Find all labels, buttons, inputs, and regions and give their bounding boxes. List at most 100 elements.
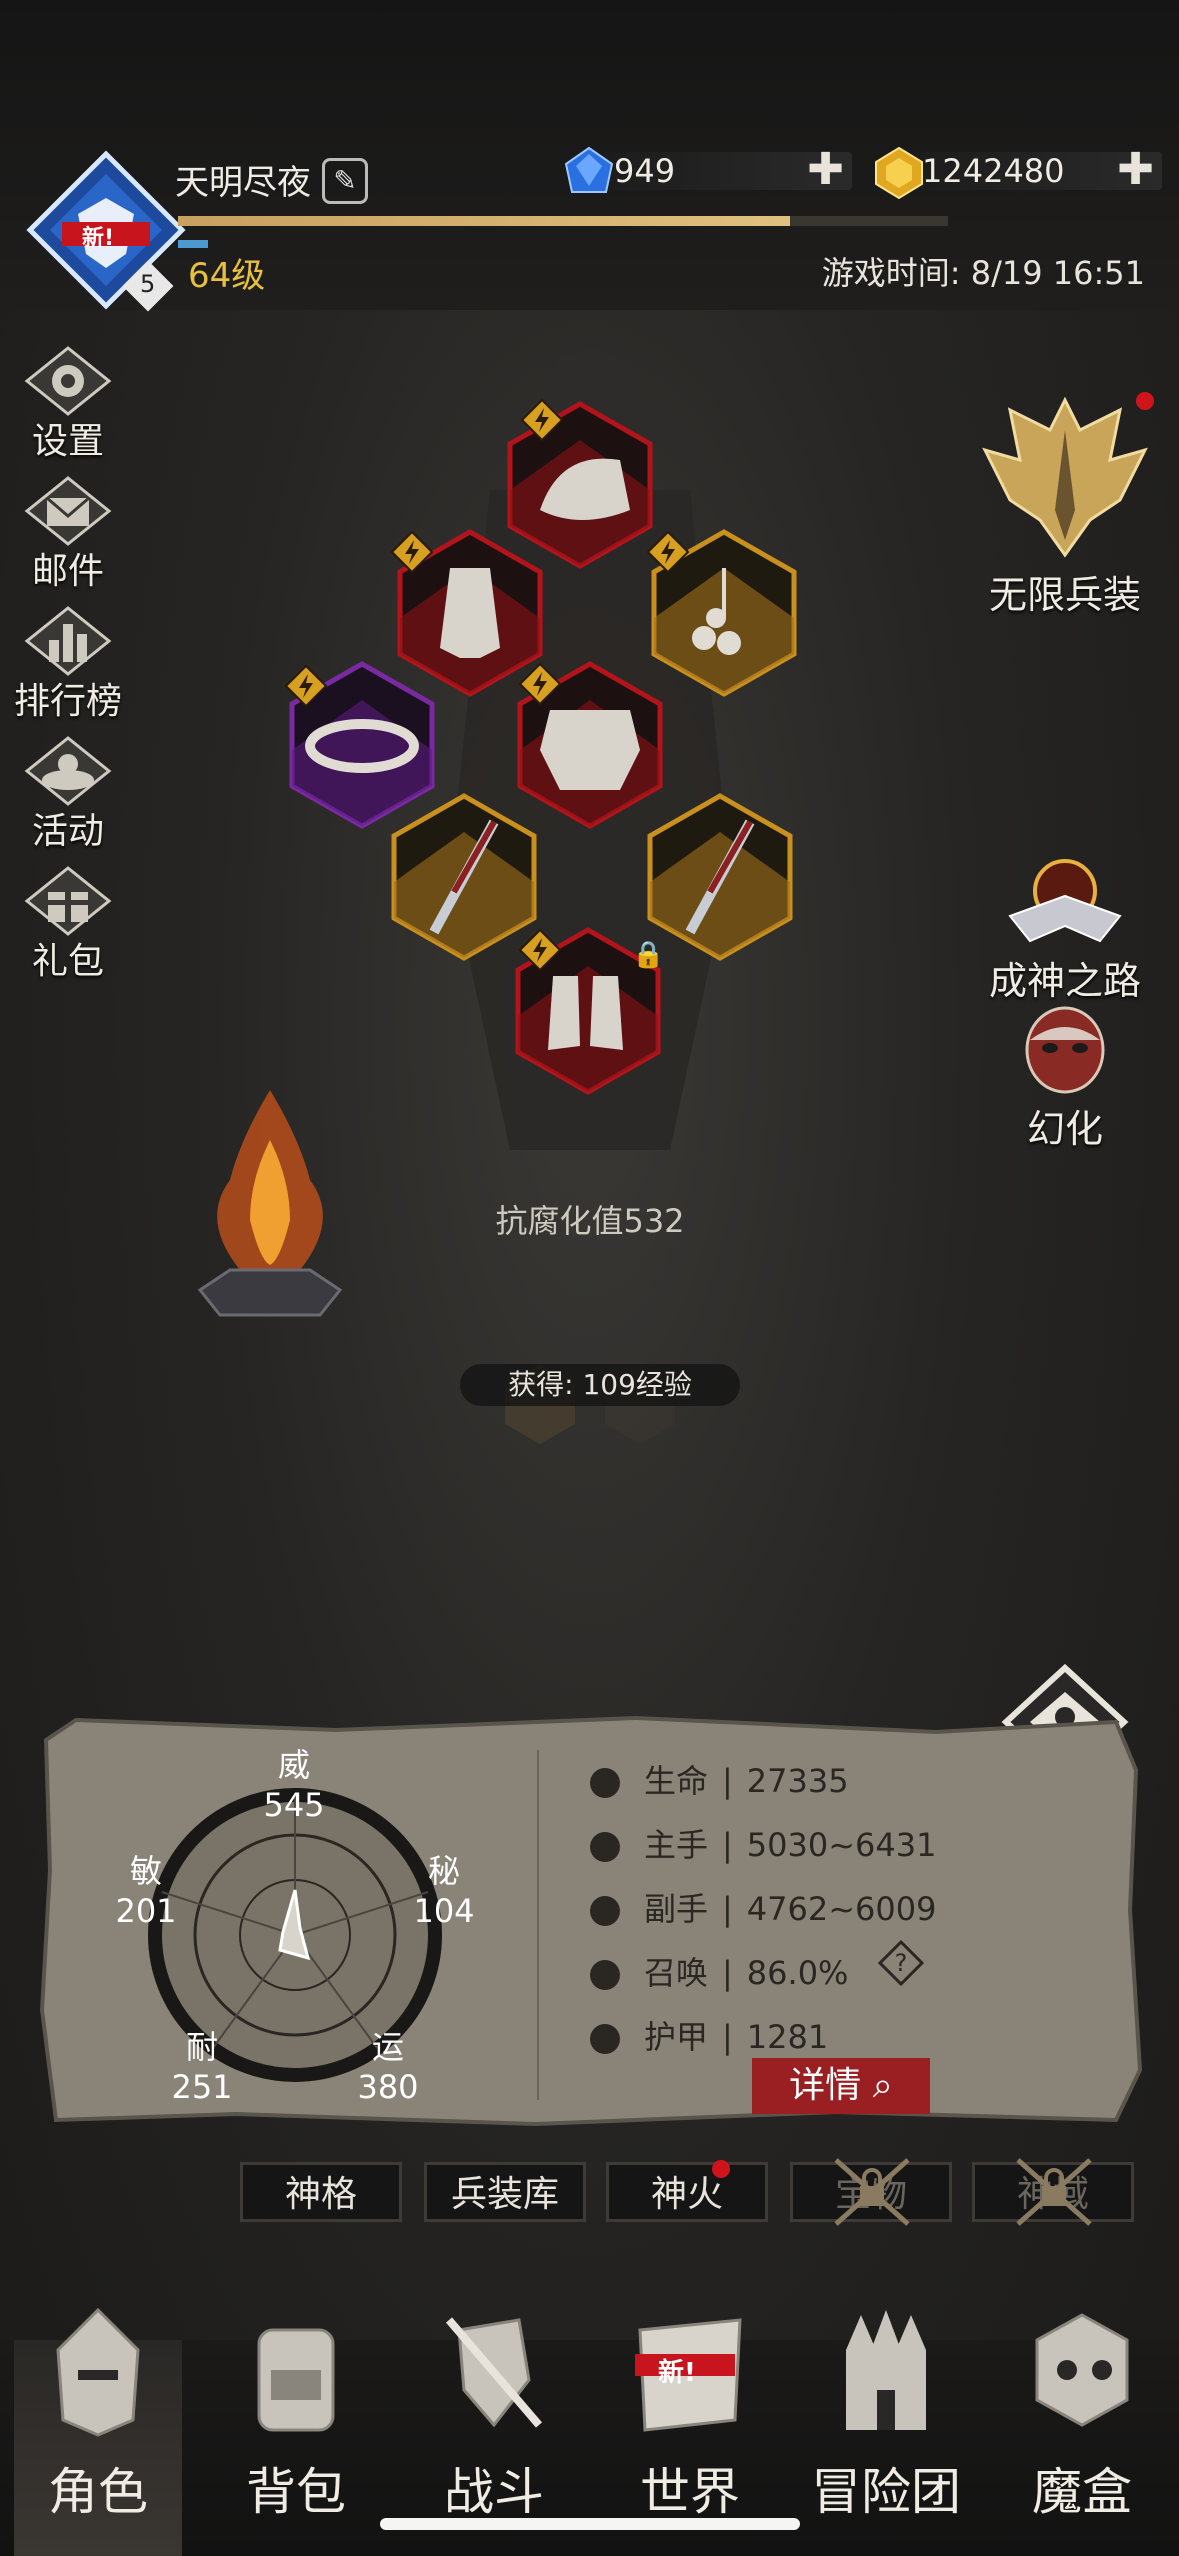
divine-fire-notification-dot <box>712 2160 730 2178</box>
stat-off-hand: 副手 | 4762~6009 <box>590 1884 936 1930</box>
upgrade-bolt-icon <box>518 928 562 972</box>
mail-button[interactable]: 邮件 <box>8 476 128 594</box>
corruption-resist-value: 抗腐化值532 <box>495 1202 685 1240</box>
events-label: 活动 <box>31 811 104 852</box>
summon-icon <box>590 1960 620 1990</box>
upgrade-bolt-icon <box>390 530 434 574</box>
lock-chains-icon <box>1016 2158 1092 2226</box>
attr-nai: 耐 251 <box>152 2022 252 2106</box>
upgrade-bolt-icon <box>284 664 328 708</box>
nav-backpack-label: 背包 <box>246 2463 346 2521</box>
boots-lock-icon: 🔒 <box>632 940 665 970</box>
xp-bar-fill <box>178 216 790 226</box>
stat-armor-value: 1281 <box>746 2018 829 2056</box>
tab-divine-fire[interactable]: 神火 <box>606 2162 768 2222</box>
stat-armor: 护甲 | 1281 <box>590 2012 828 2058</box>
stat-off-hand-value: 4762~6009 <box>746 1890 937 1928</box>
player-level: 64级 <box>188 256 266 296</box>
summon-help-icon[interactable]: ? <box>878 1940 924 1986</box>
tab-armory[interactable]: 兵装库 <box>424 2162 586 2222</box>
nav-backpack[interactable]: 背包 <box>206 2300 386 2524</box>
mail-label: 邮件 <box>31 551 104 592</box>
ranking-label: 排行榜 <box>13 681 122 722</box>
attr-min-label: 敏 <box>129 1852 162 1890</box>
tab-divinity-label: 神格 <box>284 2174 357 2215</box>
infinite-gear-label: 无限兵装 <box>988 573 1141 617</box>
player-avatar[interactable]: 新! 5 <box>26 150 186 312</box>
stat-summon-value: 86.0% <box>746 1954 849 1992</box>
gold-icon <box>875 146 923 200</box>
game-time: 游戏时间: 8/19 16:51 <box>821 254 1145 292</box>
transform-button[interactable]: 幻化 <box>990 1004 1140 1153</box>
player-name: 天明尽夜 <box>175 163 311 203</box>
path-to-god-label: 成神之路 <box>988 959 1141 1003</box>
nav-magic-box[interactable]: 魔盒 <box>992 2300 1172 2524</box>
nav-adventure-team[interactable]: 冒险团 <box>796 2300 976 2524</box>
home-indicator[interactable] <box>380 2518 800 2530</box>
castle-icon <box>846 2310 926 2430</box>
exp-gain-toast: 获得: 109经验 <box>460 1364 740 1406</box>
diamond-currency: 949 ✚ <box>562 146 852 196</box>
upgrade-bolt-icon <box>518 662 562 706</box>
gift-pack-label: 礼包 <box>31 941 104 982</box>
stat-off-hand-label: 副手 <box>644 1890 709 1928</box>
edit-name-button[interactable]: ✎ <box>322 158 368 204</box>
stat-armor-label: 护甲 <box>644 2018 709 2056</box>
stat-summon-label: 召唤 <box>644 1954 709 1992</box>
add-diamond-button[interactable]: ✚ <box>807 148 844 192</box>
nav-battle[interactable]: 战斗 <box>404 2300 584 2524</box>
attr-min: 敏 201 <box>96 1846 196 1930</box>
winged-crest-icon <box>982 396 1148 558</box>
stat-hp-value: 27335 <box>746 1762 849 1800</box>
backpack-icon <box>257 2328 335 2432</box>
details-label: 详情 <box>789 2065 862 2106</box>
attr-wei: 威 545 <box>244 1740 344 1824</box>
infinite-gear-button[interactable]: 无限兵装 <box>970 390 1160 619</box>
attr-yun-value: 380 <box>357 2068 419 2106</box>
attr-yun: 运 380 <box>338 2022 438 2106</box>
tab-armory-label: 兵装库 <box>450 2174 559 2215</box>
gift-pack-button[interactable]: 礼包 <box>8 866 128 984</box>
stat-separator: | <box>722 1762 733 1800</box>
gold-currency: 1242480 ✚ <box>872 146 1162 200</box>
gift-icon <box>24 866 112 936</box>
add-gold-button[interactable]: ✚ <box>1117 148 1154 192</box>
infinite-gear-notification-dot <box>1136 392 1154 410</box>
stat-separator: | <box>722 2018 733 2056</box>
ranking-button[interactable]: 排行榜 <box>8 606 128 724</box>
attr-wei-value: 545 <box>263 1786 325 1824</box>
gear-icon <box>24 346 112 416</box>
gold-amount: 1242480 <box>922 152 1065 190</box>
attr-nai-label: 耐 <box>185 2028 218 2066</box>
events-icon <box>24 736 112 806</box>
avatar-rank: 5 <box>140 270 156 298</box>
sword-shield-icon <box>445 2317 543 2428</box>
diamond-icon <box>564 146 614 193</box>
stat-main-hand: 主手 | 5030~6431 <box>590 1820 936 1866</box>
cube-icon <box>1035 2313 1129 2427</box>
tab-divine-fire-label: 神火 <box>650 2174 723 2215</box>
svg-text:?: ? <box>895 1949 908 1977</box>
secondary-progress <box>178 240 208 248</box>
stat-hp-label: 生命 <box>644 1762 709 1800</box>
magnifier-icon: ⌕ <box>872 2065 893 2106</box>
ranking-icon <box>24 606 112 676</box>
stat-main-hand-label: 主手 <box>644 1826 709 1864</box>
attr-mi: 秘 104 <box>394 1846 494 1930</box>
details-button[interactable]: 详情 ⌕ <box>752 2058 930 2114</box>
upgrade-bolt-icon <box>520 398 564 442</box>
heart-icon <box>590 1768 620 1798</box>
crown-wings-icon <box>1008 859 1122 943</box>
nav-world[interactable]: 新! 世界 <box>600 2300 780 2524</box>
path-to-god-button[interactable]: 成神之路 <box>970 846 1160 1005</box>
nav-character[interactable]: 角色 <box>8 2300 188 2524</box>
events-button[interactable]: 活动 <box>8 736 128 854</box>
stat-separator: | <box>722 1954 733 1992</box>
tab-divinity[interactable]: 神格 <box>240 2162 402 2222</box>
world-new-badge: 新! <box>658 2358 696 2388</box>
sword-icon <box>590 1832 620 1862</box>
transform-label: 幻化 <box>1026 1107 1103 1151</box>
settings-button[interactable]: 设置 <box>8 346 128 464</box>
attr-min-value: 201 <box>115 1892 177 1930</box>
attr-mi-value: 104 <box>413 1892 475 1930</box>
